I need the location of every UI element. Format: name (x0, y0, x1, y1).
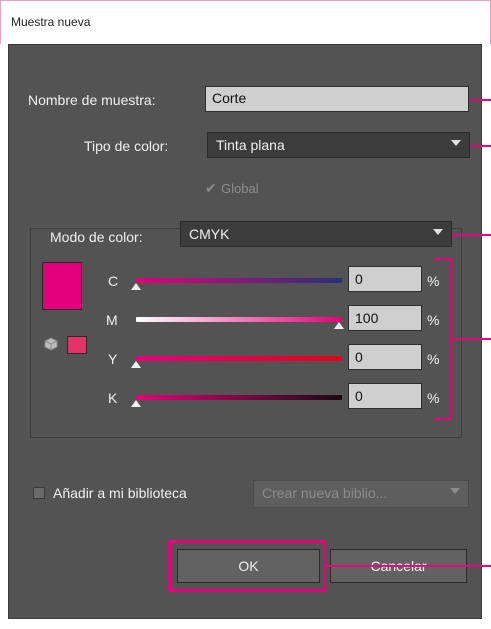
yellow-slider-thumb[interactable] (131, 361, 141, 368)
black-slider-track[interactable] (136, 395, 342, 400)
cyan-unit: % (427, 273, 440, 289)
annotation-bracket-top (433, 258, 451, 260)
annotation-line-name (469, 99, 491, 101)
out-of-gamut-cube-icon[interactable] (44, 337, 58, 351)
add-to-library-label: Añadir a mi biblioteca (53, 485, 187, 501)
black-value-input[interactable]: 0 (348, 383, 422, 409)
add-to-library-checkbox[interactable] (33, 487, 45, 499)
chevron-down-icon (451, 140, 461, 146)
gamut-correction-swatch[interactable] (67, 336, 87, 354)
black-label: K (108, 390, 118, 406)
yellow-slider-track[interactable] (136, 356, 342, 361)
chevron-down-icon (450, 488, 460, 494)
annotation-line-values (451, 338, 491, 340)
color-mode-dropdown[interactable]: CMYK (180, 221, 452, 247)
magenta-label: M (106, 312, 118, 328)
black-slider-thumb[interactable] (131, 400, 141, 407)
magenta-slider-track[interactable] (136, 317, 342, 322)
color-mode-value: CMYK (189, 226, 230, 242)
color-type-dropdown[interactable]: Tinta plana (207, 132, 470, 158)
magenta-unit: % (427, 312, 440, 328)
library-dropdown[interactable]: Crear nueva biblio... (253, 480, 469, 508)
yellow-value-input[interactable]: 0 (348, 344, 422, 370)
annotation-line-ok (326, 565, 491, 567)
color-type-label: Tipo de color: (84, 138, 169, 154)
black-unit: % (427, 390, 440, 406)
global-label: Global (221, 181, 259, 196)
yellow-unit: % (427, 351, 440, 367)
title-bar: Muestra nueva (0, 0, 491, 44)
color-preview-swatch (42, 262, 82, 310)
color-type-value: Tinta plana (216, 137, 285, 153)
window-title: Muestra nueva (11, 15, 91, 29)
library-dropdown-value: Crear nueva biblio... (262, 485, 388, 501)
cyan-value-input[interactable]: 0 (348, 266, 422, 292)
global-checkbox[interactable]: ✔ (205, 180, 217, 197)
cyan-label: C (108, 273, 119, 289)
magenta-slider-thumb[interactable] (334, 322, 344, 329)
swatch-name-input[interactable]: Corte (205, 86, 469, 112)
yellow-label: Y (108, 351, 118, 367)
chevron-down-icon (433, 229, 443, 235)
cyan-slider-thumb[interactable] (131, 283, 141, 290)
annotation-line-mode (452, 234, 491, 236)
annotation-line-type (470, 145, 491, 147)
magenta-value-input[interactable]: 100 (348, 305, 422, 331)
cyan-slider-track[interactable] (136, 278, 342, 283)
swatch-name-label: Nombre de muestra: (28, 92, 156, 108)
ok-highlight-box (168, 540, 326, 592)
color-mode-label: Modo de color: (48, 229, 145, 245)
annotation-bracket-bottom (433, 418, 451, 420)
